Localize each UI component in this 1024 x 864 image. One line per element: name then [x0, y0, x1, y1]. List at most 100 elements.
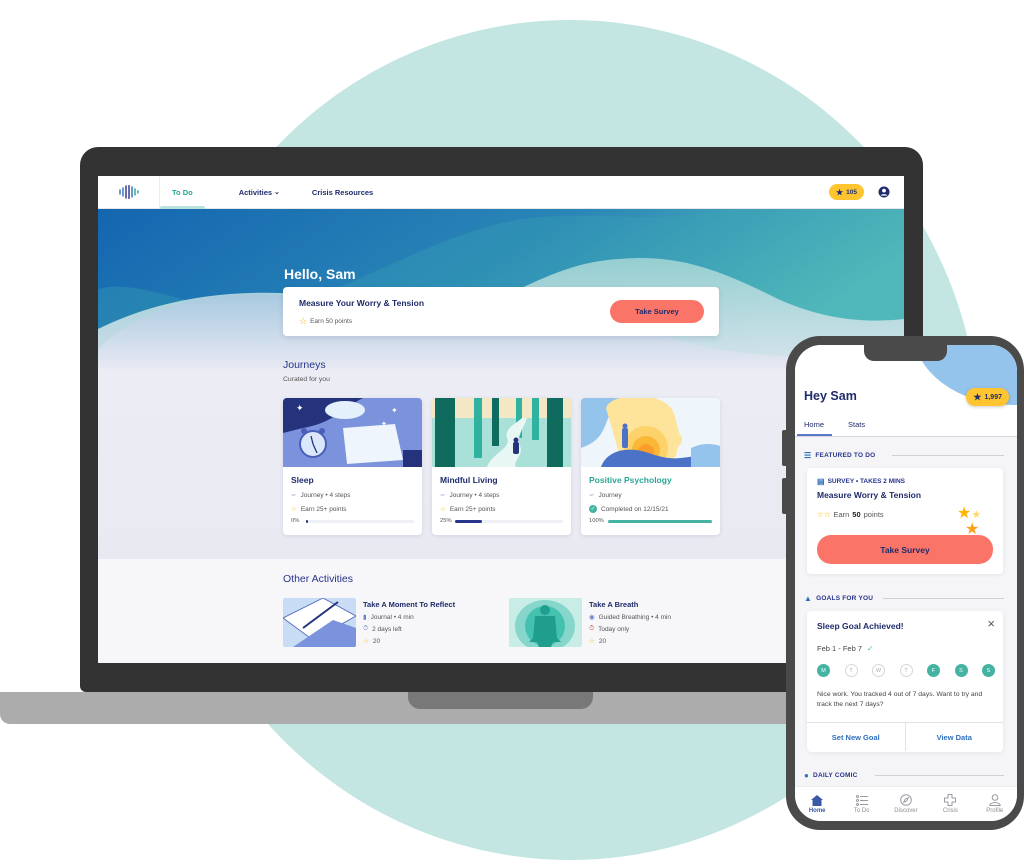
- person-icon: [988, 794, 1001, 806]
- tab-stats[interactable]: Stats: [848, 420, 865, 429]
- points-value: 105: [846, 188, 857, 196]
- chevron-down-icon: ⌄: [274, 189, 280, 196]
- nav-home[interactable]: Home: [797, 787, 837, 821]
- bottom-nav: Home To Do Discover Crisis Profile: [795, 786, 1017, 821]
- list-icon: [855, 794, 868, 806]
- kicker-text: SURVEY • TAKES 2 MINS: [827, 478, 905, 485]
- journey-meta: ∽ Journey • 4 steps: [291, 491, 350, 500]
- nav-label: To Do: [853, 807, 870, 814]
- survey-earn: ☆ Earn 50 points: [299, 316, 352, 327]
- earn-value: 50: [852, 510, 861, 519]
- view-data-button[interactable]: View Data: [904, 723, 1004, 751]
- star-outline-icon: ☆: [440, 506, 446, 513]
- range-text: Feb 1 - Feb 7: [817, 644, 863, 653]
- reward-text: Earn 25+ points: [449, 505, 496, 513]
- star-icon: ★: [835, 187, 844, 197]
- greeting-title: Hello, Sam: [284, 266, 356, 282]
- other-activities-heading: Other Activities: [283, 573, 354, 585]
- svg-text:✦: ✦: [391, 406, 398, 415]
- section-rule: [875, 775, 1004, 776]
- star-outline-icon: ☆: [291, 506, 297, 513]
- list-icon: ☰: [804, 451, 812, 460]
- tab-crisis-resources[interactable]: Crisis Resources: [312, 176, 373, 209]
- tab-home[interactable]: Home: [796, 420, 833, 436]
- tab-activities[interactable]: Activities ⌄: [239, 176, 280, 209]
- goals-section-header: ▲ GOALS FOR YOU: [804, 594, 873, 603]
- goal-actions: Set New Goal View Data: [807, 722, 1003, 751]
- type-text: Guided Breathing • 4 min: [598, 613, 672, 621]
- journey-card-sleep[interactable]: ✦ ✦ ✦ Sleep ∽ Journey • 4 steps ☆ Earn 25+…: [283, 398, 422, 535]
- earn-suffix: points: [863, 510, 884, 519]
- featured-todo-card[interactable]: ▤ SURVEY • TAKES 2 MINS Measure Worry & …: [807, 468, 1003, 574]
- time-text: 2 days left: [372, 625, 402, 633]
- tab-label: To Do: [172, 187, 193, 197]
- meta-text: Journey: [598, 491, 622, 499]
- goal-card: Sleep Goal Achieved! × Feb 1 - Feb 7 ✓ M…: [807, 611, 1003, 752]
- alarm-icon: ⏱: [589, 625, 595, 632]
- star-outline-icon: ☆: [363, 638, 369, 645]
- points-text: 20: [598, 637, 607, 645]
- nav-label: Crisis: [942, 808, 958, 814]
- points-badge[interactable]: ★ 1,997: [966, 388, 1009, 406]
- earn-prefix: Earn: [833, 510, 850, 519]
- star-icon: ★: [973, 391, 982, 402]
- activity-title[interactable]: Take A Breath: [589, 600, 638, 609]
- path-icon: ∽: [291, 492, 297, 499]
- day-indicator: T: [844, 664, 858, 677]
- day-indicator: F: [927, 664, 940, 677]
- svg-text:✦: ✦: [296, 403, 304, 413]
- journey-title: Sleep: [291, 475, 314, 485]
- progress-fill: [455, 520, 482, 523]
- journey-reward: ☆ Earn 25+ points: [291, 505, 347, 514]
- nav-discover[interactable]: Discover: [886, 787, 926, 821]
- section-label: GOALS FOR YOU: [816, 595, 874, 602]
- tab-todo[interactable]: To Do: [160, 176, 205, 209]
- sunrise-head-illustration: [581, 398, 720, 467]
- journal-illustration[interactable]: [283, 598, 356, 647]
- tab-label: Crisis Resources: [311, 187, 374, 197]
- account-circle-icon[interactable]: [878, 186, 890, 198]
- journeys-subheading: Curated for you: [283, 376, 330, 383]
- featured-section-header: ☰ FEATURED TO DO: [804, 451, 875, 460]
- svg-text:✦: ✦: [381, 420, 387, 428]
- featured-survey-card[interactable]: Measure Your Worry & Tension ☆ Earn 50 p…: [283, 287, 719, 336]
- nav-todo[interactable]: To Do: [842, 787, 882, 821]
- home-icon: [811, 794, 824, 806]
- soundwave-logo-icon[interactable]: [98, 176, 160, 209]
- type-text: Journal • 4 min: [370, 613, 414, 621]
- day-indicator: S: [954, 664, 968, 677]
- take-survey-button[interactable]: Take Survey: [817, 535, 993, 564]
- progress-label: 25%: [440, 518, 452, 524]
- set-new-goal-button[interactable]: Set New Goal: [807, 723, 905, 751]
- take-survey-button[interactable]: Take Survey: [610, 300, 704, 323]
- progress-label: 100%: [589, 518, 604, 524]
- section-label: DAILY COMIC: [813, 772, 858, 779]
- nav-profile[interactable]: Profile: [975, 787, 1015, 821]
- star-outline-icon: ☆: [589, 638, 595, 645]
- journeys-heading: Journeys: [283, 359, 326, 371]
- card-title: Measure Worry & Tension: [817, 490, 922, 500]
- progress-bar: [306, 520, 414, 523]
- day-indicator: T: [899, 664, 913, 677]
- journey-card-mindful-living[interactable]: Mindful Living ∽ Journey • 4 steps ☆ Earn …: [432, 398, 571, 535]
- day-indicator: M: [817, 664, 830, 677]
- nav-crisis[interactable]: Crisis: [930, 787, 970, 821]
- points-badge[interactable]: ★ 105: [828, 184, 864, 200]
- time-text: Today only: [598, 625, 630, 633]
- activity-title[interactable]: Take A Moment To Reflect: [363, 600, 455, 609]
- breathing-illustration[interactable]: [509, 598, 582, 647]
- forest-illustration: [432, 398, 571, 467]
- close-icon[interactable]: ×: [987, 616, 995, 631]
- mobile-tabs: Home Stats: [795, 417, 1017, 437]
- journey-completed: ✓ Completed on 12/15/21: [589, 505, 669, 513]
- check-circle-icon: ✓: [589, 505, 597, 513]
- day-indicator: S: [982, 664, 995, 677]
- section-rule: [883, 598, 1004, 599]
- laptop-notch: [408, 692, 593, 709]
- journey-card-positive-psychology[interactable]: Positive Psychology ∽ Journey ✓ Completed …: [581, 398, 720, 535]
- progress-bar: [455, 520, 563, 523]
- survey-kicker: ▤ SURVEY • TAKES 2 MINS: [817, 477, 905, 486]
- marketing-composite: To Do Activities ⌄ Crisis Resources ★ 105: [0, 0, 1024, 864]
- points-text: 20: [372, 637, 381, 645]
- star-outline-icon: ☆: [299, 316, 308, 326]
